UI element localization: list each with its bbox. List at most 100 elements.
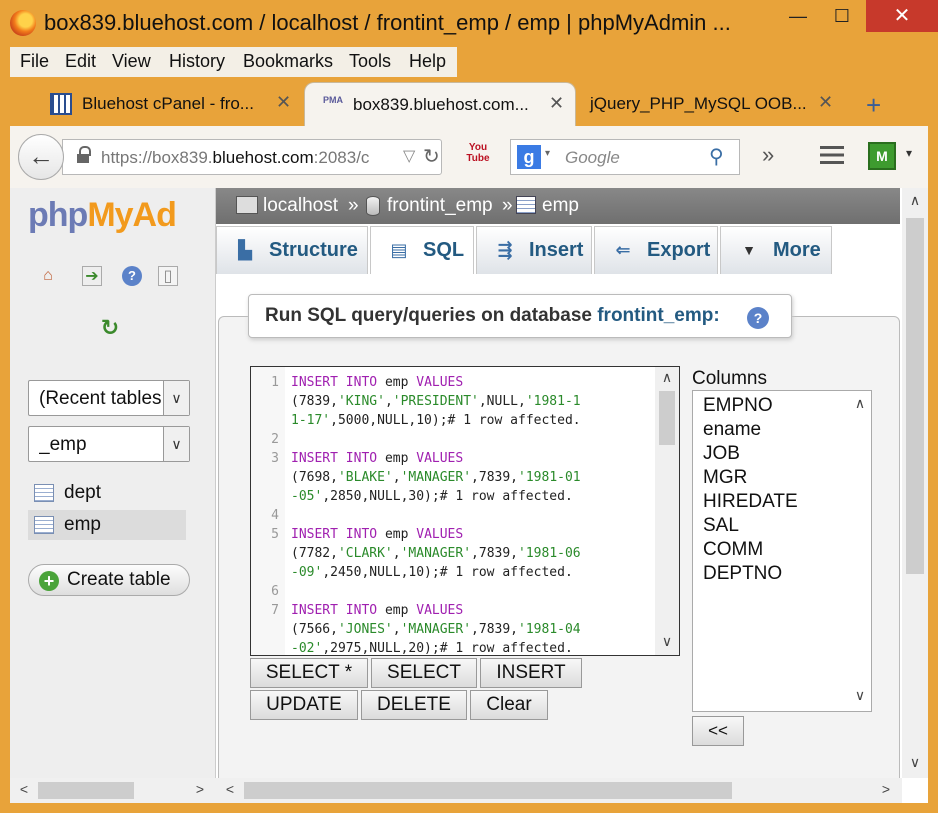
logout-icon[interactable]: ➔ <box>82 266 102 286</box>
sidebar-scroll-thumb[interactable] <box>38 782 134 799</box>
insert-button[interactable]: INSERT <box>480 658 582 688</box>
update-button[interactable]: UPDATE <box>250 690 358 720</box>
page-vertical-scrollbar[interactable]: ∧ ∨ <box>902 188 928 778</box>
scroll-up-icon[interactable]: ∧ <box>902 192 928 209</box>
url-host: bluehost.com <box>212 148 314 167</box>
help-icon[interactable]: ? <box>747 307 769 329</box>
insert-column-button[interactable]: << <box>692 716 744 746</box>
column-item[interactable]: COMM <box>703 539 763 561</box>
shield-extension-icon[interactable]: M <box>868 142 896 170</box>
columns-scrollbar[interactable]: ∧ ∨ <box>849 391 871 711</box>
scroll-right-icon[interactable]: > <box>878 781 894 797</box>
tab-cpanel[interactable]: Bluehost cPanel - fro... ✕ <box>0 82 300 126</box>
menu-view[interactable]: View <box>112 51 151 72</box>
tab-more[interactable]: ▼ More <box>720 226 832 274</box>
breadcrumb-table[interactable]: emp <box>542 195 579 217</box>
logo-php: php <box>28 196 88 234</box>
server-icon <box>236 196 258 214</box>
menu-tools[interactable]: Tools <box>349 51 391 72</box>
menu-edit[interactable]: Edit <box>65 51 96 72</box>
columns-list[interactable]: EMPNO ename JOB MGR HIREDATE SAL COMM DEPTNO ∧ … <box>692 390 872 712</box>
select-button[interactable]: SELECT <box>371 658 477 688</box>
refresh-icon[interactable]: ↻ <box>98 316 122 340</box>
scroll-left-icon[interactable]: < <box>222 781 238 797</box>
page-scroll-thumb[interactable] <box>906 218 924 574</box>
close-tab-icon[interactable]: ✕ <box>549 93 564 114</box>
minimize-button[interactable]: — <box>775 0 821 32</box>
column-item[interactable]: ename <box>703 419 761 441</box>
scroll-right-icon[interactable]: > <box>192 781 208 797</box>
code-token: 'CLARK' <box>337 546 393 561</box>
google-icon[interactable]: g <box>517 145 541 169</box>
search-icon[interactable]: ⚲ <box>709 144 724 169</box>
line-number: 7 <box>271 603 279 618</box>
delete-button[interactable]: DELETE <box>361 690 467 720</box>
url-history-dropdown-icon[interactable]: ▽ <box>403 146 415 166</box>
code-token: -09' <box>291 565 323 580</box>
help-icon[interactable]: ? <box>122 266 142 286</box>
breadcrumb-server[interactable]: localhost <box>263 195 338 217</box>
search-input[interactable]: Google <box>565 148 620 168</box>
clear-button[interactable]: Clear <box>470 690 548 720</box>
tab-jquery[interactable]: jQuery_PHP_MySQL OOB... ✕ <box>580 82 842 126</box>
table-item-emp[interactable]: emp <box>28 510 186 540</box>
search-box[interactable]: g ▾ Google ⚲ <box>510 139 740 175</box>
url-text[interactable]: https://box839.bluehost.com:2083/c <box>101 148 391 168</box>
extension-dropdown-icon[interactable]: ▾ <box>906 146 912 160</box>
page-content: phpMyAd ⌂ ➔ ? ▯ ↻ (Recent tables) ∨ _emp… <box>10 188 928 803</box>
close-tab-icon[interactable]: ✕ <box>818 92 833 113</box>
database-value: _emp <box>39 434 87 455</box>
create-table-button[interactable]: + Create table <box>28 564 190 596</box>
scroll-up-icon[interactable]: ∧ <box>655 369 679 386</box>
maximize-button[interactable]: ☐ <box>819 0 865 32</box>
menu-file[interactable]: File <box>20 51 49 72</box>
scroll-down-icon[interactable]: ∨ <box>849 687 871 704</box>
code-token: 'KING' <box>337 394 385 409</box>
code-token: 'MANAGER' <box>400 546 472 561</box>
column-item[interactable]: EMPNO <box>703 395 773 417</box>
scroll-up-icon[interactable]: ∧ <box>849 395 871 412</box>
code-token: ,7839, <box>471 622 519 637</box>
main-horizontal-scrollbar[interactable]: < > <box>216 778 902 803</box>
tab-sql[interactable]: ▤ SQL <box>370 226 474 274</box>
sql-query-editor[interactable]: 1 INSERT INTO emp VALUES (7839,'KING','PRE… <box>250 366 680 656</box>
menu-history[interactable]: History <box>169 51 225 72</box>
menu-bookmarks[interactable]: Bookmarks <box>243 51 333 72</box>
column-item[interactable]: JOB <box>703 443 740 465</box>
scroll-left-icon[interactable]: < <box>16 781 32 797</box>
back-button[interactable]: ← <box>18 134 64 180</box>
close-window-button[interactable]: ✕ <box>866 0 938 32</box>
url-bar[interactable]: https://box839.bluehost.com:2083/c ▽ ↻ <box>62 139 442 175</box>
search-engine-dropdown-icon[interactable]: ▾ <box>545 148 550 159</box>
menu-help[interactable]: Help <box>409 51 446 72</box>
sidebar-horizontal-scrollbar[interactable]: < > <box>10 778 216 803</box>
breadcrumb-database[interactable]: frontint_emp <box>387 195 493 217</box>
code-token: -05' <box>291 489 323 504</box>
youtube-icon[interactable]: You Tube <box>466 142 490 168</box>
editor-scroll-thumb[interactable] <box>659 391 675 445</box>
scroll-down-icon[interactable]: ∨ <box>902 754 928 771</box>
reload-icon[interactable]: ↻ <box>423 144 440 169</box>
home-icon[interactable]: ⌂ <box>38 266 58 286</box>
database-select[interactable]: _emp ∨ <box>28 426 190 462</box>
toolbar-overflow-icon[interactable]: » <box>762 142 774 168</box>
select-all-button[interactable]: SELECT * <box>250 658 368 688</box>
column-item[interactable]: DEPTNO <box>703 563 782 585</box>
column-item[interactable]: MGR <box>703 467 747 489</box>
documentation-icon[interactable]: ▯ <box>158 266 178 286</box>
column-item[interactable]: SAL <box>703 515 739 537</box>
scroll-down-icon[interactable]: ∨ <box>655 633 679 650</box>
tab-phpmyadmin[interactable]: PMA box839.bluehost.com... ✕ <box>304 82 576 126</box>
menu-icon[interactable] <box>820 146 844 164</box>
column-item[interactable]: HIREDATE <box>703 491 798 513</box>
recent-tables-select[interactable]: (Recent tables) ∨ <box>28 380 190 416</box>
tab-export[interactable]: ⇐ Export <box>594 226 718 274</box>
phpmyadmin-logo[interactable]: phpMyAd <box>28 196 177 235</box>
tab-insert[interactable]: ⇶ Insert <box>476 226 592 274</box>
table-item-dept[interactable]: dept <box>28 478 186 508</box>
tab-structure[interactable]: ▙ Structure <box>216 226 368 274</box>
main-scroll-thumb[interactable] <box>244 782 732 799</box>
close-tab-icon[interactable]: ✕ <box>276 92 291 113</box>
editor-scrollbar[interactable]: ∧ ∨ <box>655 367 679 655</box>
new-tab-button[interactable]: + <box>866 90 881 121</box>
